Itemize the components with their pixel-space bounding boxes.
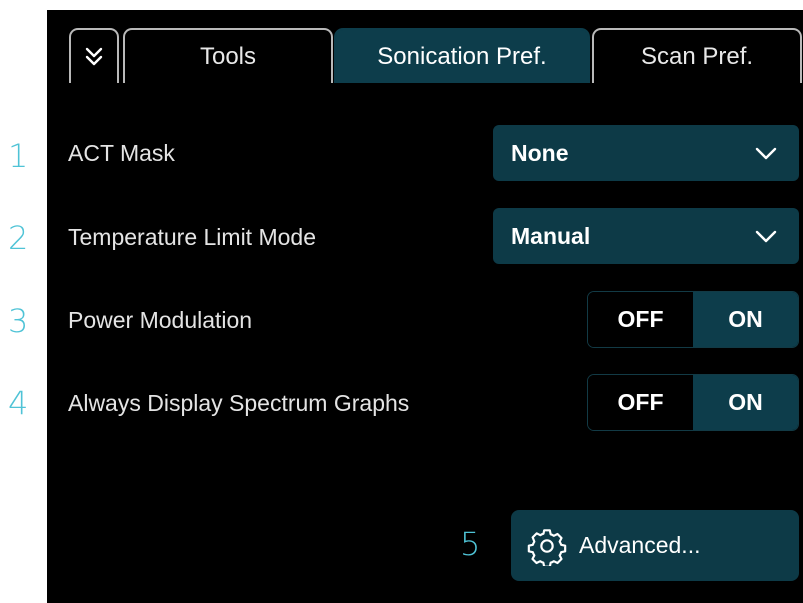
act-mask-dropdown[interactable]: None (493, 125, 799, 181)
temperature-limit-mode-value: Manual (511, 222, 591, 249)
spectrum-graphs-label: Always Display Spectrum Graphs (68, 390, 410, 416)
tab-scan-pref[interactable]: Scan Pref. (592, 28, 802, 83)
gear-icon (527, 526, 567, 566)
chevron-down-icon (755, 223, 777, 250)
callout-1: 1 (8, 137, 29, 175)
power-modulation-label: Power Modulation (68, 307, 253, 333)
advanced-button[interactable]: Advanced... (511, 510, 799, 581)
power-modulation-on-option[interactable]: ON (693, 292, 798, 347)
callout-4: 4 (8, 384, 29, 422)
act-mask-label: ACT Mask (68, 140, 175, 166)
power-modulation-off-option[interactable]: OFF (588, 292, 693, 347)
callout-3: 3 (8, 302, 29, 340)
tab-tools[interactable]: Tools (123, 28, 333, 83)
collapse-tabs-button[interactable] (69, 28, 119, 83)
chevron-down-icon (755, 140, 777, 167)
callout-5: 5 (460, 525, 481, 563)
spectrum-graphs-toggle[interactable]: OFF ON (587, 374, 799, 431)
tab-sonication-pref[interactable]: Sonication Pref. (334, 28, 590, 83)
spectrum-graphs-on-option[interactable]: ON (693, 375, 798, 430)
act-mask-value: None (511, 139, 569, 166)
advanced-button-label: Advanced... (579, 532, 701, 558)
callout-2: 2 (8, 219, 29, 257)
power-modulation-toggle[interactable]: OFF ON (587, 291, 799, 348)
temperature-limit-mode-label: Temperature Limit Mode (68, 224, 316, 250)
temperature-limit-mode-dropdown[interactable]: Manual (493, 208, 799, 264)
spectrum-graphs-off-option[interactable]: OFF (588, 375, 693, 430)
screenshot: 1 2 3 4 Tools Sonication Pref. Scan Pref… (0, 0, 803, 603)
preferences-panel: Tools Sonication Pref. Scan Pref. ACT Ma… (47, 10, 803, 603)
double-chevron-down-icon (85, 46, 103, 68)
